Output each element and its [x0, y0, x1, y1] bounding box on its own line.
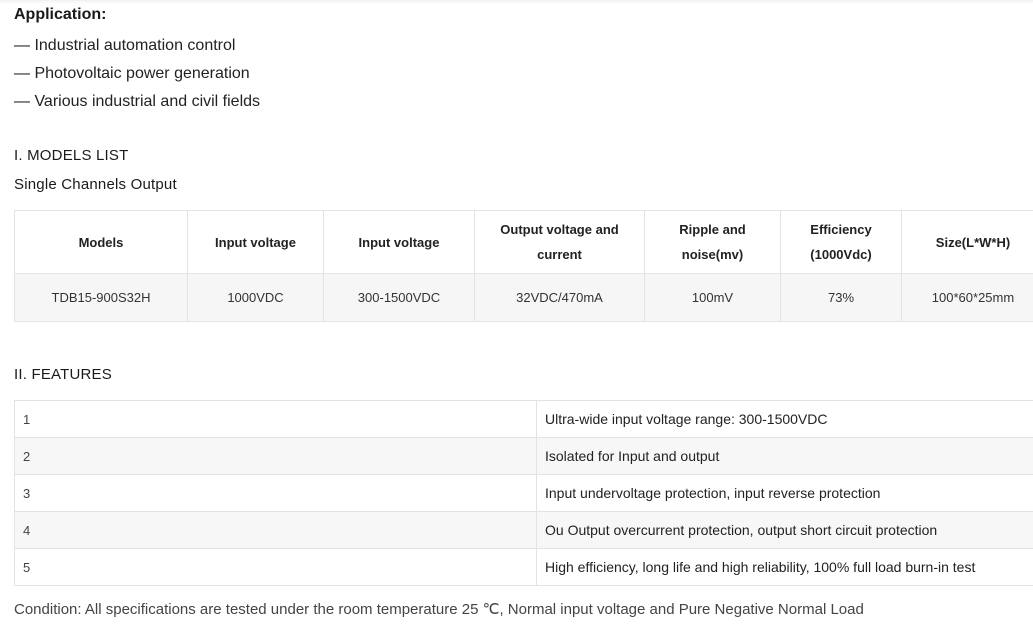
cell-input-voltage-range: 300-1500VDC — [323, 273, 475, 322]
cell-efficiency: 73% — [780, 273, 902, 322]
feature-number: 4 — [14, 511, 537, 549]
feature-number: 2 — [14, 437, 537, 475]
feature-number: 3 — [14, 474, 537, 512]
header-output-voltage-current: Output voltage and current — [474, 210, 645, 274]
header-models: Models — [14, 210, 188, 274]
feature-text: Isolated for Input and output — [536, 437, 1033, 475]
feature-text: Ultra-wide input voltage range: 300-1500… — [536, 400, 1033, 438]
header-efficiency: Efficiency (1000Vdc) — [780, 210, 902, 274]
cell-size: 100*60*25mm — [901, 273, 1033, 322]
test-condition-note: Condition: All specifications are tested… — [14, 601, 864, 618]
feature-text: Ou Output overcurrent protection, output… — [536, 511, 1033, 549]
feature-number: 5 — [14, 548, 537, 586]
cell-ripple: 100mV — [644, 273, 781, 322]
header-input-voltage-range: Input voltage — [323, 210, 475, 274]
table-row: 3 Input undervoltage protection, input r… — [14, 474, 1033, 512]
table-row: TDB15-900S32H 1000VDC 300-1500VDC 32VDC/… — [14, 273, 1033, 322]
cell-output: 32VDC/470mA — [474, 273, 645, 322]
application-item: — Various industrial and civil fields — [14, 93, 261, 110]
single-channels-subheading: Single Channels Output — [14, 176, 177, 193]
feature-number: 1 — [14, 400, 537, 438]
table-row: 5 High efficiency, long life and high re… — [14, 548, 1033, 586]
application-list: — Industrial automation control — Photov… — [14, 32, 260, 116]
features-heading: II. FEATURES — [14, 366, 112, 383]
features-table: 1 Ultra-wide input voltage range: 300-15… — [14, 400, 1033, 586]
cell-model: TDB15-900S32H — [14, 273, 188, 322]
application-title: Application: — [14, 6, 107, 23]
application-item: — Industrial automation control — [14, 37, 236, 54]
table-row: 1 Ultra-wide input voltage range: 300-15… — [14, 400, 1033, 438]
models-header-row: Models Input voltage Input voltage Outpu… — [14, 210, 1033, 274]
models-list-heading: I. MODELS LIST — [14, 147, 129, 164]
table-row: 4 Ou Output overcurrent protection, outp… — [14, 511, 1033, 549]
header-ripple-noise: Ripple and noise(mv) — [644, 210, 781, 274]
header-size: Size(L*W*H) — [901, 210, 1033, 274]
models-table: Models Input voltage Input voltage Outpu… — [14, 210, 1033, 322]
cell-input-voltage: 1000VDC — [187, 273, 324, 322]
header-input-voltage: Input voltage — [187, 210, 324, 274]
top-shadow — [0, 0, 1033, 4]
table-row: 2 Isolated for Input and output — [14, 437, 1033, 475]
application-item: — Photovoltaic power generation — [14, 65, 250, 82]
feature-text: Input undervoltage protection, input rev… — [536, 474, 1033, 512]
feature-text: High efficiency, long life and high reli… — [536, 548, 1033, 586]
